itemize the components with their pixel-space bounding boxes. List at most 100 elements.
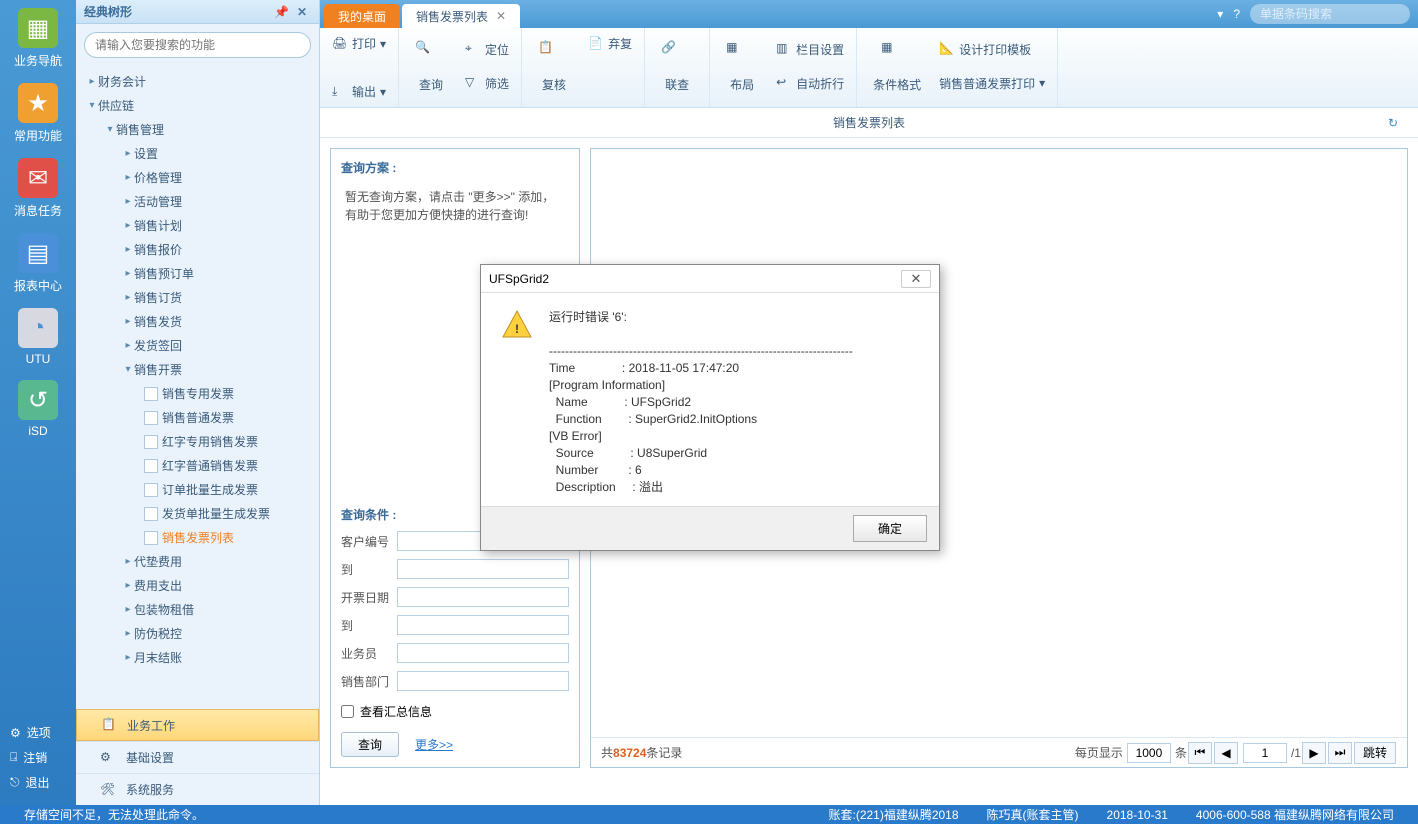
recheck-button[interactable]: 📋复核 [530, 32, 578, 100]
print-settings-button[interactable]: 销售普通发票打印▾ [935, 72, 1049, 95]
dialog-ok-button[interactable]: 确定 [853, 515, 927, 542]
tree-node-finance[interactable]: ▸财务会计 [86, 70, 319, 94]
field-label: 开票日期 [341, 589, 397, 606]
summary-checkbox[interactable] [341, 705, 354, 718]
tree-node[interactable]: ▸销售计划 [122, 214, 319, 238]
print-template-button[interactable]: 📐设计打印模板 [935, 38, 1049, 61]
side-tab-work[interactable]: 📋业务工作 [76, 709, 319, 741]
tree-node[interactable]: ▸包装物租借 [122, 598, 319, 622]
warning-icon: ! [501, 309, 533, 496]
status-date: 2018-10-31 [1107, 808, 1168, 822]
tree-node[interactable]: ▸活动管理 [122, 190, 319, 214]
tab-invoice-list[interactable]: 销售发票列表✕ [402, 4, 520, 28]
nav-messages[interactable]: ✉消息任务 [9, 158, 67, 219]
wrap-button[interactable]: ↩自动折行 [772, 72, 848, 95]
query-submit-button[interactable]: 查询 [341, 732, 399, 757]
logout-link[interactable]: ⍈注销 [0, 745, 76, 770]
field-label: 客户编号 [341, 533, 397, 550]
query-plan-text: 暂无查询方案，请点击 "更多>>" 添加，有助于您更加方便快捷的进行查询! [341, 184, 569, 228]
status-bar: 存储空间不足，无法处理此命令。 账套:(221)福建纵腾2018 陈巧真(账套主… [0, 805, 1418, 824]
status-message: 存储空间不足，无法处理此命令。 [24, 806, 204, 823]
refresh-icon[interactable]: ↻ [1388, 116, 1398, 130]
output-button[interactable]: ⤓输出▾ [328, 80, 390, 103]
pin-icon[interactable]: 📌 [270, 5, 293, 19]
field-label: 业务员 [341, 645, 397, 662]
dialog-close-button[interactable]: ✕ [901, 270, 931, 288]
error-dialog: UFSpGrid2 ✕ ! 运行时错误 '6': ---------------… [480, 264, 940, 551]
tree-leaf[interactable]: 发货单批量生成发票 [144, 502, 319, 526]
link-button[interactable]: 🔗联查 [653, 32, 701, 100]
page-input[interactable] [1243, 743, 1287, 763]
first-page-button[interactable]: ⏮ [1188, 742, 1212, 764]
side-tab-service[interactable]: 🛠系统服务 [76, 773, 319, 805]
field-input[interactable] [397, 615, 569, 635]
tree-node-sales-mgmt[interactable]: ▾销售管理 [104, 118, 319, 142]
nav-business[interactable]: ▦业务导航 [9, 8, 67, 69]
tree-node[interactable]: ▸防伪税控 [122, 622, 319, 646]
cond-format-button[interactable]: ▦条件格式 [865, 32, 929, 100]
close-icon[interactable]: ✕ [293, 5, 311, 19]
tree-leaf[interactable]: 销售普通发票 [144, 406, 319, 430]
locate-button[interactable]: ⌖定位 [461, 38, 513, 61]
perpage-input[interactable] [1127, 743, 1171, 763]
next-page-button[interactable]: ▶ [1302, 742, 1326, 764]
tree-node[interactable]: ▸销售发货 [122, 310, 319, 334]
side-panel-header: 经典树形 📌 ✕ [76, 0, 319, 24]
pager: 共 83724 条记录 每页显示 条 ⏮ ◀ /1 ▶ ⏭ 跳转 [591, 737, 1407, 767]
tree-node-supply[interactable]: ▾供应链 [86, 94, 319, 118]
jump-button[interactable]: 跳转 [1354, 742, 1396, 764]
dialog-title: UFSpGrid2 [489, 272, 549, 286]
tab-home[interactable]: 我的桌面 [324, 4, 400, 28]
tree-node[interactable]: ▸月末结账 [122, 646, 319, 666]
nav-isd[interactable]: ↺iSD [9, 380, 67, 438]
tree-node[interactable]: ▸设置 [122, 142, 319, 166]
tab-close-icon[interactable]: ✕ [496, 9, 506, 23]
more-link[interactable]: 更多>> [415, 736, 453, 753]
field-label: 到 [341, 561, 397, 578]
tree-node[interactable]: ▸价格管理 [122, 166, 319, 190]
nav-utu[interactable]: ◔UTU [9, 308, 67, 366]
query-button[interactable]: 🔍查询 [407, 32, 455, 100]
barcode-search-input[interactable] [1250, 4, 1410, 24]
tree-leaf[interactable]: 订单批量生成发票 [144, 478, 319, 502]
field-input[interactable] [397, 587, 569, 607]
dialog-message: 运行时错误 '6': -----------------------------… [549, 309, 853, 496]
print-button[interactable]: 🖨打印▾ [328, 32, 390, 55]
tree-node[interactable]: ▸销售订货 [122, 286, 319, 310]
nav-favorites[interactable]: ★常用功能 [9, 83, 67, 144]
nav-tree: ▸财务会计 ▾供应链 ▾销售管理 ▸设置▸价格管理▸活动管理▸销售计划▸销售报价… [76, 66, 319, 666]
tree-search-input[interactable] [84, 32, 311, 58]
exit-link[interactable]: ⎋退出 [0, 770, 76, 795]
field-input[interactable] [397, 643, 569, 663]
prev-page-button[interactable]: ◀ [1214, 742, 1238, 764]
options-link[interactable]: ⚙选项 [0, 720, 76, 745]
columns-button[interactable]: ▥栏目设置 [772, 38, 848, 61]
abandon-button[interactable]: 📄弃复 [584, 32, 636, 55]
tree-leaf[interactable]: 红字专用销售发票 [144, 430, 319, 454]
tree-node[interactable]: ▸发货签回 [122, 334, 319, 358]
layout-button[interactable]: ▦布局 [718, 32, 766, 100]
page-title-bar: 销售发票列表 ↻ [320, 108, 1418, 138]
tree-node[interactable]: ▸代垫费用 [122, 550, 319, 574]
tree-node-invoice[interactable]: ▾销售开票 [122, 358, 319, 382]
side-panel: 经典树形 📌 ✕ ▸财务会计 ▾供应链 ▾销售管理 ▸设置▸价格管理▸活动管理▸… [76, 0, 320, 805]
tree-node[interactable]: ▸销售报价 [122, 238, 319, 262]
side-panel-title: 经典树形 [84, 3, 132, 20]
field-input[interactable] [397, 559, 569, 579]
field-label: 销售部门 [341, 673, 397, 690]
status-account: 账套:(221)福建纵腾2018 [828, 806, 958, 823]
field-input[interactable] [397, 671, 569, 691]
side-tab-settings[interactable]: ⚙基础设置 [76, 741, 319, 773]
tree-node[interactable]: ▸费用支出 [122, 574, 319, 598]
tree-leaf[interactable]: 销售专用发票 [144, 382, 319, 406]
last-page-button[interactable]: ⏭ [1328, 742, 1352, 764]
tree-leaf[interactable]: 销售发票列表 [144, 526, 319, 550]
help-icon[interactable]: ? [1233, 7, 1240, 21]
nav-reports[interactable]: ▤报表中心 [9, 233, 67, 294]
dropdown-icon[interactable]: ▾ [1217, 7, 1223, 21]
filter-button[interactable]: ▽筛选 [461, 72, 513, 95]
tree-node[interactable]: ▸销售预订单 [122, 262, 319, 286]
status-user: 陈巧真(账套主管) [987, 806, 1079, 823]
ribbon: 🖨打印▾ ⤓输出▾ 🔍查询 ⌖定位 ▽筛选 📋复核 📄弃复 🔗联查 ▦布局 [320, 28, 1418, 108]
tree-leaf[interactable]: 红字普通销售发票 [144, 454, 319, 478]
